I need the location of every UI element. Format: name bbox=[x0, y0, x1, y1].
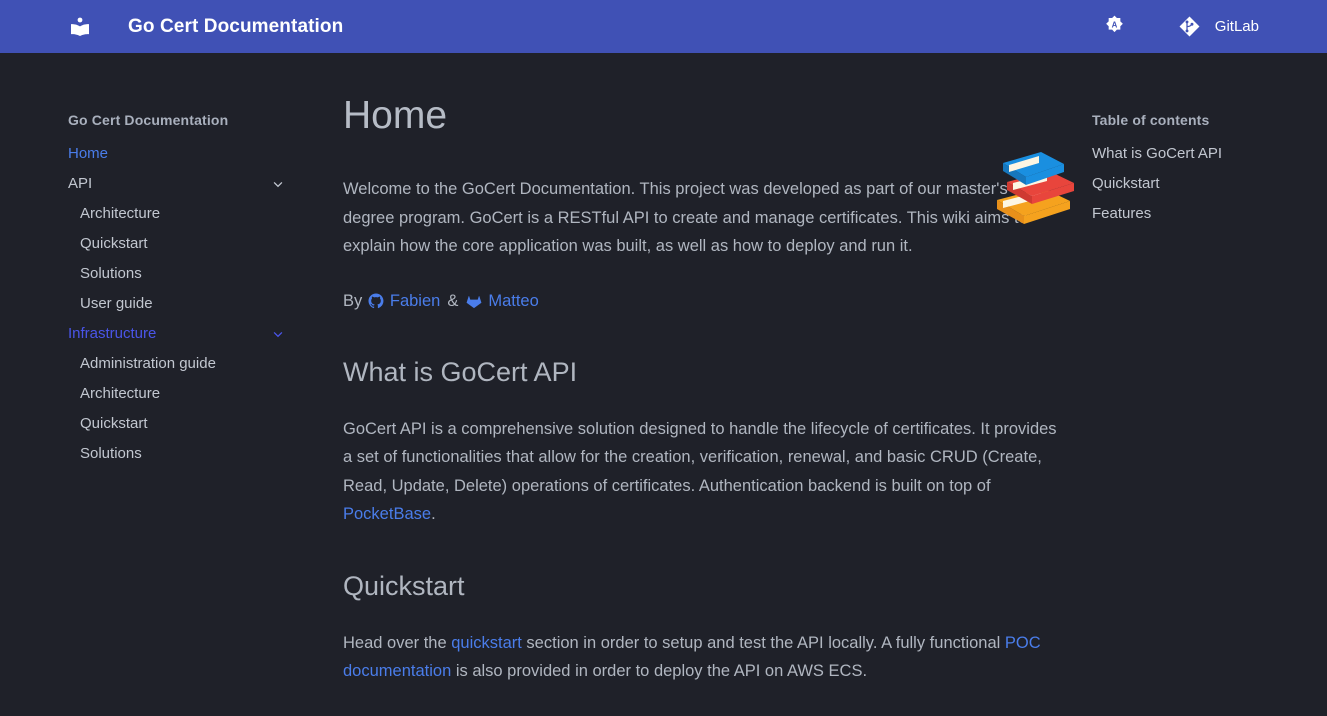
sidebar-item-home[interactable]: Home bbox=[68, 143, 290, 165]
section-paragraph-what-is-gocert-api: GoCert API is a comprehensive solution d… bbox=[343, 415, 1062, 529]
sidebar-item-label: Solutions bbox=[80, 445, 142, 462]
page-body: Go Cert Documentation Home API Architect… bbox=[0, 53, 1327, 716]
sidebar-item-label: Quickstart bbox=[80, 415, 148, 432]
sidebar-item-api-user-guide[interactable]: User guide bbox=[80, 293, 290, 315]
sidebar-root-title: Go Cert Documentation bbox=[68, 112, 229, 128]
sidebar-item-label: Home bbox=[68, 145, 109, 162]
paragraph-text: GoCert API is a comprehensive solution d… bbox=[343, 419, 1057, 495]
svg-text:A: A bbox=[1112, 20, 1118, 29]
intro-paragraph: Welcome to the GoCert Documentation. Thi… bbox=[343, 180, 1028, 255]
sidebar-item-infra-architecture[interactable]: Architecture bbox=[80, 383, 290, 405]
sidebar-subnav-infrastructure: Administration guide Architecture Quicks… bbox=[68, 353, 290, 465]
sidebar-item-label: Solutions bbox=[80, 265, 142, 282]
paragraph-text-end: . bbox=[431, 505, 436, 523]
app-title: Go Cert Documentation bbox=[128, 15, 344, 37]
repository-label: GitLab bbox=[1214, 18, 1259, 35]
github-icon bbox=[367, 292, 385, 310]
pocketbase-link[interactable]: PocketBase bbox=[343, 505, 431, 523]
git-source-branch-icon bbox=[1178, 15, 1202, 39]
primary-sidebar: Go Cert Documentation Home API Architect… bbox=[0, 53, 290, 473]
sidebar-item-label: Architecture bbox=[80, 385, 161, 402]
chevron-down-icon[interactable] bbox=[268, 174, 288, 194]
quickstart-link[interactable]: quickstart bbox=[451, 634, 522, 652]
sidebar-item-infra-administration-guide[interactable]: Administration guide bbox=[80, 353, 290, 375]
toc-title: Table of contents bbox=[1092, 112, 1210, 128]
sidebar-item-api-solutions[interactable]: Solutions bbox=[80, 263, 290, 285]
sidebar-item-label: Quickstart bbox=[80, 235, 148, 252]
page-title: Home bbox=[343, 94, 448, 137]
repository-link-gitlab[interactable]: GitLab bbox=[1178, 15, 1259, 39]
toc-item-what-is-gocert-api[interactable]: What is GoCert API bbox=[1092, 143, 1287, 165]
byline: By Fabien & Matteo bbox=[343, 287, 1062, 315]
toc-item-features[interactable]: Features bbox=[1092, 203, 1287, 225]
author-name: Fabien bbox=[389, 291, 441, 310]
sidebar-item-label: Administration guide bbox=[80, 355, 216, 372]
sidebar-item-infrastructure[interactable]: Infrastructure bbox=[68, 323, 290, 345]
table-of-contents: Table of contents What is GoCert API Qui… bbox=[1092, 53, 1327, 233]
sidebar-item-infra-solutions[interactable]: Solutions bbox=[80, 443, 290, 465]
section-heading-what-is-gocert-api: What is GoCert API bbox=[343, 356, 578, 387]
section-paragraph-quickstart: Head over the quickstart section in orde… bbox=[343, 629, 1062, 686]
books-emoji bbox=[991, 146, 1075, 230]
sidebar-subnav-api: Architecture Quickstart Solutions User g… bbox=[68, 203, 290, 315]
paragraph-text: Head over the bbox=[343, 633, 452, 652]
byline-prefix: By bbox=[343, 291, 363, 310]
author-name: Matteo bbox=[488, 291, 539, 310]
paragraph-text-end: is also provided in order to deploy the … bbox=[451, 662, 868, 680]
main-content: Home Welcome to the GoCert Documentation… bbox=[290, 53, 1092, 712]
brightness-auto-icon[interactable]: A bbox=[1096, 8, 1134, 46]
sidebar-item-api[interactable]: API bbox=[68, 173, 290, 195]
byline-separator: & bbox=[447, 291, 459, 310]
gitlab-icon bbox=[465, 292, 483, 310]
sidebar-item-label: Architecture bbox=[80, 205, 161, 222]
sidebar-item-label: Infrastructure bbox=[68, 325, 157, 342]
paragraph-text: section in order to setup and test the A… bbox=[521, 633, 1005, 652]
author-link-matteo[interactable]: Matteo bbox=[465, 287, 539, 315]
book-reader-icon[interactable] bbox=[68, 15, 92, 39]
sidebar-item-label: User guide bbox=[80, 295, 153, 312]
toc-item-quickstart[interactable]: Quickstart bbox=[1092, 173, 1287, 195]
chevron-down-icon[interactable] bbox=[268, 324, 288, 344]
sidebar-item-label: API bbox=[68, 175, 93, 192]
app-header: Go Cert Documentation A GitLab bbox=[0, 0, 1327, 53]
section-heading-quickstart: Quickstart bbox=[343, 570, 465, 601]
author-link-fabien[interactable]: Fabien bbox=[367, 287, 440, 315]
sidebar-item-api-quickstart[interactable]: Quickstart bbox=[80, 233, 290, 255]
sidebar-item-infra-quickstart[interactable]: Quickstart bbox=[80, 413, 290, 435]
sidebar-item-api-architecture[interactable]: Architecture bbox=[80, 203, 290, 225]
